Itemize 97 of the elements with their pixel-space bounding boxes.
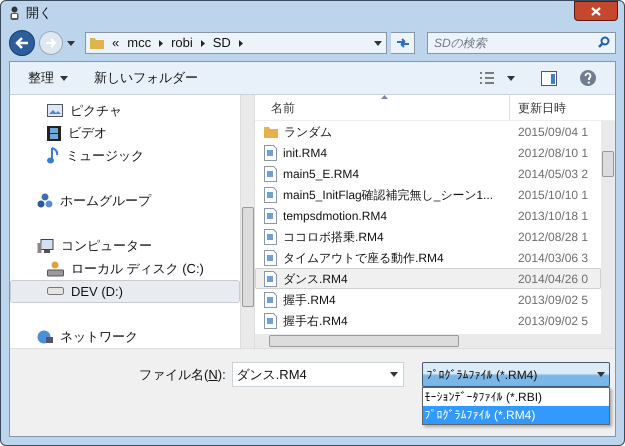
file-name: main5_E.RM4 [283, 166, 360, 182]
sort-arrow-icon [381, 95, 388, 99]
chevron-right-icon [200, 40, 205, 46]
file-row[interactable]: ダンス.RM4 2014/04/26 0 [255, 268, 601, 289]
column-header[interactable]: 更新日時 [509, 94, 601, 120]
window-title: 開く [26, 4, 52, 22]
modified-date: 2013/10/18 1 [517, 208, 588, 224]
modified-date: 2013/09/02 5 [517, 312, 588, 330]
file-name: ココロボ搭乗.RM4 [283, 228, 384, 246]
document-icon [264, 312, 277, 328]
document-icon [264, 270, 277, 286]
document-icon [264, 250, 277, 266]
back-button[interactable] [9, 30, 35, 56]
file-name: main5_InitFlag確認補完無し_シーン1... [283, 186, 494, 204]
sidebar-item[interactable]: ローカル ディスク (C:) [10, 257, 240, 280]
document-icon [264, 208, 277, 224]
computer-icon [37, 238, 54, 254]
caret-icon [374, 40, 382, 46]
arrow-left-icon [15, 37, 29, 49]
modified-date: 2015/09/04 1 [517, 124, 588, 140]
modified-date: 2013/09/02 5 [517, 292, 588, 308]
refresh-button[interactable] [391, 32, 415, 54]
drive-icon [47, 287, 64, 296]
caret-icon [507, 76, 515, 80]
column-header[interactable]: 名前 [255, 94, 509, 120]
document-icon [264, 166, 277, 182]
preview-pane-icon [541, 70, 557, 86]
sidebar-item[interactable]: ミュージック [10, 144, 240, 168]
file-name: 握手.RM4 [283, 292, 336, 308]
modified-date: 2014/04/26 0 [517, 270, 588, 288]
robot-icon [9, 6, 20, 20]
file-name: ダンス.RM4 [283, 270, 348, 288]
caret-icon [67, 40, 75, 46]
search-field[interactable]: SDの検索 [427, 32, 616, 54]
sidebar-item[interactable]: DEV (D:) [10, 280, 240, 303]
file-row[interactable]: init.RM4 2012/08/10 1 [255, 142, 601, 163]
breadcrumb-overflow[interactable]: « [112, 33, 120, 53]
modified-date: 2014/03/06 3 [517, 250, 588, 266]
file-row[interactable]: main5_InitFlag確認補完無し_シーン1... 2015/10/10 1 [255, 184, 601, 205]
sidebar-item[interactable]: ホームグループ [10, 190, 240, 212]
scrollbar[interactable] [255, 334, 615, 348]
breadcrumb-item[interactable]: SD [212, 33, 231, 53]
file-row[interactable]: tempsdmotion.RM4 2013/10/18 1 [255, 205, 601, 226]
breadcrumb-item[interactable]: robi [171, 33, 193, 53]
file-row[interactable]: タイムアウトで座る動作.RM4 2014/03/06 3 [255, 247, 601, 268]
organize-button[interactable]: 整理 [28, 66, 68, 90]
sidebar-item[interactable]: ピクチャ [10, 99, 240, 122]
arrow-right-icon [45, 38, 57, 48]
filename-label: ファイル名(N): [139, 366, 226, 384]
view-list-icon [479, 71, 495, 85]
dropdown-option[interactable]: ﾓｰｼｮﾝﾃﾞｰﾀﾌｧｲﾙ (*.RBI) [422, 388, 609, 406]
document-icon [264, 292, 277, 308]
close-button[interactable] [574, 1, 618, 21]
folder-icon [90, 37, 104, 49]
network-icon [37, 330, 53, 344]
file-row[interactable]: ランダム 2015/09/04 1 [255, 121, 601, 142]
picture-icon [47, 104, 63, 117]
sidebar-item[interactable]: コンピューター [10, 234, 240, 258]
music-note-icon [47, 147, 59, 164]
chevron-right-icon [238, 40, 243, 46]
folder-icon [264, 126, 278, 138]
caret-icon [60, 76, 68, 80]
modified-date: 2012/08/10 1 [517, 144, 588, 162]
search-icon [598, 36, 610, 48]
scrollbar[interactable] [240, 95, 254, 348]
scrollbar[interactable] [601, 121, 615, 334]
file-name: ランダム [284, 124, 332, 140]
caret-icon [596, 372, 605, 377]
file-row[interactable]: ココロボ搭乗.RM4 2012/08/28 1 [255, 226, 601, 247]
film-icon [47, 126, 61, 140]
close-icon [591, 6, 601, 16]
sidebar-item[interactable]: ビデオ [10, 122, 240, 144]
document-icon [264, 144, 277, 160]
chevron-right-icon [159, 40, 164, 46]
file-type-dropdown[interactable]: ﾌﾟﾛｸﾞﾗﾑﾌｧｲﾙ (*.RM4) [422, 362, 610, 387]
modified-date: 2015/10/10 1 [517, 186, 588, 204]
caret-icon [390, 372, 398, 377]
drive-icon [47, 260, 64, 277]
breadcrumb-item[interactable]: mcc [127, 33, 152, 53]
file-name: init.RM4 [283, 144, 328, 162]
document-icon [264, 186, 277, 202]
document-icon [264, 228, 277, 244]
file-row[interactable]: 握手.RM4 2013/09/02 5 [255, 289, 601, 310]
modified-date: 2012/08/28 1 [517, 228, 588, 246]
homegroup-icon [37, 192, 53, 209]
help-icon [579, 69, 597, 87]
file-row[interactable]: main5_E.RM4 2014/05/03 2 [255, 163, 601, 184]
file-name: 握手右.RM4 [283, 312, 348, 330]
file-name: tempsdmotion.RM4 [283, 208, 388, 224]
sidebar-item[interactable]: ネットワーク [10, 325, 240, 348]
refresh-icon [396, 37, 410, 49]
filename-field[interactable]: ダンス.RM4 [232, 362, 404, 387]
file-name: タイムアウトで座る動作.RM4 [283, 250, 444, 266]
address-bar[interactable]: « mcc robi SD [85, 32, 387, 54]
modified-date: 2014/05/03 2 [517, 166, 588, 182]
new-folder-button[interactable]: 新しいフォルダー [94, 66, 198, 90]
file-row[interactable]: 握手右.RM4 2013/09/02 5 [255, 310, 601, 331]
